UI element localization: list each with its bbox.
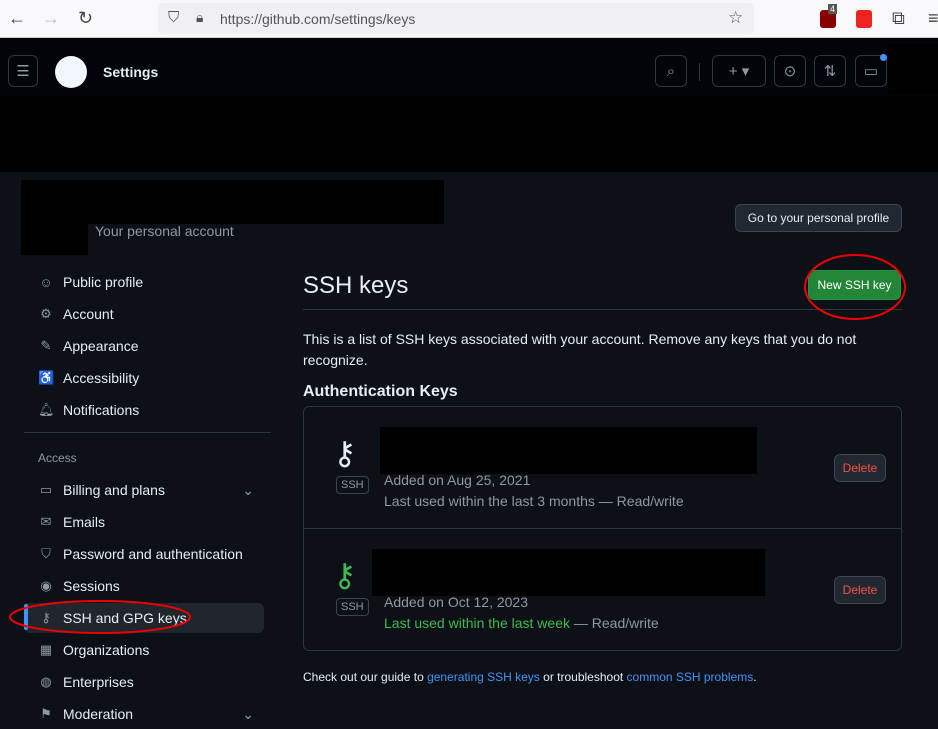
report-icon: ⚑	[40, 706, 52, 721]
sidebar-item-label: Password and authentication	[63, 546, 243, 562]
key-title-redacted	[372, 549, 765, 596]
key-title-redacted	[380, 427, 757, 474]
hamburger-menu-button[interactable]: ☰	[8, 55, 38, 87]
account-subtitle: Your personal account	[95, 223, 234, 239]
accessibility-icon: ♿	[38, 370, 55, 385]
redacted-area	[0, 96, 938, 172]
sidebar-item-ssh-and-gpg-keys[interactable]: ⚷ SSH and GPG keys	[24, 603, 264, 633]
video-extension-icon[interactable]	[856, 10, 872, 28]
sidebar-item-enterprises[interactable]: ◍ Enterprises	[24, 667, 264, 697]
avatar[interactable]	[888, 44, 938, 94]
key-last-used: Last used within the last week — Read/wr…	[384, 615, 659, 631]
sidebar-item-label: Account	[63, 306, 114, 322]
notification-dot	[880, 54, 887, 61]
url-text: https://github.com/settings/keys	[220, 11, 416, 27]
extension-badge: 4	[828, 4, 838, 14]
globe-icon: ◍	[40, 674, 52, 689]
sidebar-item-public-profile[interactable]: ☺ Public profile	[24, 267, 264, 297]
sidebar-divider	[24, 432, 271, 433]
sidebar-item-label: Moderation	[63, 706, 134, 722]
new-ssh-key-button[interactable]: New SSH key	[808, 270, 901, 300]
bookmark-star-icon[interactable]: ☆	[728, 8, 743, 28]
forward-icon[interactable]: →	[42, 8, 60, 29]
sidebar-item-label: SSH and GPG keys	[63, 610, 187, 626]
key-icon: ⚷	[333, 435, 357, 471]
description: This is a list of SSH keys associated wi…	[303, 331, 857, 368]
sidebar-item-account[interactable]: ⚙ Account	[24, 299, 264, 329]
auth-keys-heading: Authentication Keys	[303, 383, 458, 400]
sidebar-item-label: Notifications	[63, 402, 140, 418]
sidebar-item-billing-and-plans[interactable]: ▭ Billing and plans ⌄	[24, 475, 264, 505]
browser-toolbar: ← → ↻ ⛉ 🔒︎ https://github.com/settings/k…	[0, 0, 938, 38]
address-bar[interactable]: ⛉ 🔒︎ https://github.com/settings/keys ☆	[158, 3, 754, 34]
generating-ssh-keys-link[interactable]: generating SSH keys	[427, 670, 540, 684]
organization-icon: ▦	[39, 642, 53, 657]
page-title: SSH keys	[303, 272, 409, 299]
delete-key-button[interactable]: Delete	[834, 576, 886, 604]
sidebar-item-sessions[interactable]: ◉ Sessions	[24, 571, 264, 601]
key-icon: ⚷	[333, 557, 357, 593]
broadcast-icon: ◉	[40, 578, 52, 593]
divider	[699, 63, 700, 81]
search-button[interactable]: ⌕	[655, 55, 687, 87]
back-icon[interactable]: ←	[8, 8, 26, 29]
sidebar-item-label: Billing and plans	[63, 482, 165, 498]
sidebar-item-moderation[interactable]: ⚑ Moderation ⌄	[24, 699, 264, 729]
sidebar-item-label: Accessibility	[63, 370, 140, 386]
credit-card-icon: ▭	[39, 482, 53, 497]
avatar-large	[21, 180, 88, 255]
title-divider	[303, 309, 902, 310]
sidebar-item-label: Enterprises	[63, 674, 134, 690]
ssh-badge: SSH	[336, 476, 369, 494]
shield-icon: ⛉	[168, 9, 180, 26]
ssh-badge: SSH	[336, 598, 369, 616]
key-added-date: Added on Aug 25, 2021	[384, 472, 531, 488]
mail-icon: ✉	[40, 514, 52, 529]
footer-help: Check out our guide to generating SSH ke…	[303, 670, 757, 684]
sidebar-section-access: Access	[38, 451, 77, 465]
sidebar-item-label: Sessions	[63, 578, 120, 594]
sidebar-item-emails[interactable]: ✉ Emails	[24, 507, 264, 537]
go-to-profile-button[interactable]: Go to your personal profile	[735, 204, 902, 232]
key-last-used: Last used within the last 3 months — Rea…	[384, 493, 684, 509]
extensions-icon[interactable]: ⧉	[892, 8, 905, 29]
person-icon: ☺	[39, 274, 53, 290]
header-title: Settings	[103, 64, 159, 80]
delete-key-button[interactable]: Delete	[834, 454, 886, 482]
key-added-date: Added on Oct 12, 2023	[384, 594, 528, 610]
sidebar-item-notifications[interactable]: 🔔︎ Notifications	[24, 395, 264, 425]
github-logo-icon[interactable]	[55, 56, 87, 88]
sidebar-item-accessibility[interactable]: ♿ Accessibility	[24, 363, 264, 393]
create-new-button[interactable]: + ▾	[712, 55, 766, 87]
username-redacted	[88, 180, 444, 224]
common-ssh-problems-link[interactable]: common SSH problems	[627, 670, 754, 684]
shield-icon: ⛉	[41, 546, 51, 561]
key-icon: ⚷	[41, 610, 51, 625]
sidebar-item-label: Appearance	[63, 338, 139, 354]
gear-icon: ⚙	[40, 306, 52, 321]
sidebar-item-password-and-authentication[interactable]: ⛉ Password and authentication	[24, 539, 264, 569]
paintbrush-icon: ✎	[40, 338, 52, 353]
chevron-down-icon: ⌄	[242, 481, 254, 498]
bell-icon: 🔔︎	[38, 402, 55, 417]
issues-icon[interactable]: ⊙	[774, 55, 806, 87]
active-indicator	[24, 604, 28, 630]
reload-icon[interactable]: ↻	[78, 8, 93, 29]
sidebar-item-appearance[interactable]: ✎ Appearance	[24, 331, 264, 361]
sidebar-item-label: Public profile	[63, 274, 144, 290]
pull-requests-icon[interactable]: ⇅	[814, 55, 846, 87]
sidebar-item-label: Emails	[63, 514, 106, 530]
sidebar-item-label: Organizations	[63, 642, 150, 658]
chevron-down-icon: ⌄	[242, 705, 254, 722]
lock-icon: 🔒︎	[196, 9, 204, 25]
sidebar-item-organizations[interactable]: ▦ Organizations	[24, 635, 264, 665]
menu-icon[interactable]: ≡	[928, 8, 938, 29]
